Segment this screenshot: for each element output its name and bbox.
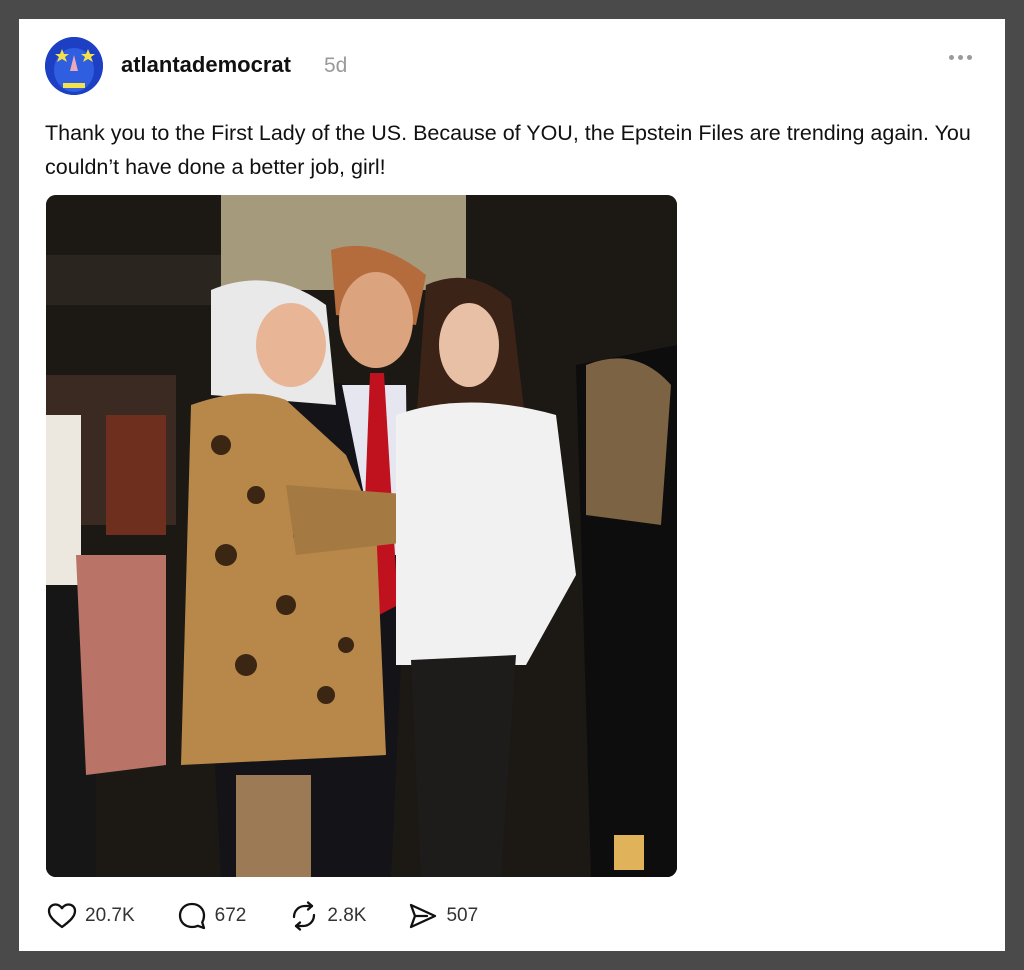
reply-count: 672 <box>214 905 247 926</box>
more-dot <box>949 55 954 60</box>
repost-count: 2.8K <box>327 905 367 926</box>
like-count: 20.7K <box>85 905 135 926</box>
send-icon <box>410 903 437 929</box>
repost-button[interactable]: 2.8K <box>288 900 366 932</box>
heart-icon <box>47 903 77 929</box>
username[interactable]: atlantademocrat <box>121 52 291 78</box>
more-dot <box>958 55 963 60</box>
share-button[interactable]: 507 <box>407 900 478 932</box>
like-button[interactable]: 20.7K <box>46 900 135 932</box>
comment-icon <box>178 902 205 930</box>
share-count: 507 <box>446 905 479 926</box>
post-card: atlantademocrat 5d Thank you to the Firs… <box>19 19 1005 951</box>
more-options-icon[interactable] <box>949 55 972 60</box>
repost-icon <box>293 901 316 931</box>
avatar-image <box>45 37 103 95</box>
avatar[interactable] <box>45 37 103 95</box>
post-photo[interactable] <box>46 195 677 877</box>
post-text: Thank you to the First Lady of the US. B… <box>45 121 971 179</box>
reply-button[interactable]: 672 <box>176 900 247 932</box>
photo-image <box>46 195 677 877</box>
more-dot <box>967 55 972 60</box>
post-time: 5d <box>324 54 348 77</box>
action-bar: 20.7K 672 2.8K 507 <box>46 899 478 933</box>
